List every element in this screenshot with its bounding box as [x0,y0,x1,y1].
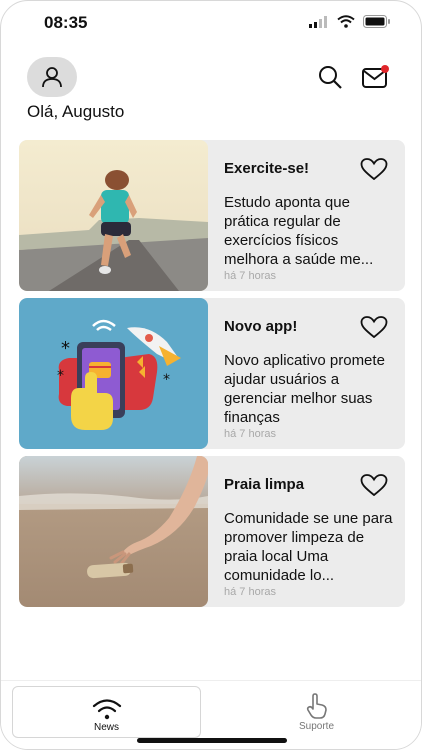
notification-dot [381,65,389,73]
news-title: Praia limpa [224,476,305,493]
user-icon [42,67,62,88]
news-time: há 7 horas [224,270,276,282]
svg-text:*: * [163,372,170,388]
news-card-body: Novo app! Novo aplicativo promete ajudar… [224,298,396,449]
home-indicator [137,738,287,743]
mail-notification-icon[interactable] [361,64,391,90]
tab-suporte-label: Suporte [298,721,335,732]
battery-icon [363,15,390,28]
news-card-body: Exercite-se! Estudo aponta que prática r… [224,140,396,291]
tab-news-label: News [93,722,119,733]
wifi-status-icon [337,15,355,28]
status-time: 08:35 [44,13,88,32]
heart-icon[interactable] [360,474,388,496]
news-title: Novo app! [224,318,298,335]
news-card-body: Praia limpa Comunidade se une para promo… [224,456,396,607]
news-image-phone-rocket: * * * [19,298,208,449]
search-icon[interactable] [318,65,342,89]
hand-pointer-icon [306,693,327,719]
news-card[interactable]: Exercite-se! Estudo aponta que prática r… [19,140,405,291]
header: Olá, Augusto [1,51,421,131]
heart-icon[interactable] [360,158,388,180]
avatar[interactable] [27,57,77,97]
news-card[interactable]: * * * Novo app! Novo aplicativo promete … [19,298,405,449]
signal-icon [309,15,327,28]
tab-news[interactable]: News [12,686,201,738]
tab-suporte[interactable]: Suporte [223,686,410,736]
greeting-text: Olá, Augusto [27,102,125,121]
status-icons [309,15,391,28]
news-description: Comunidade se une para promover limpeza … [224,510,393,584]
wifi-icon [92,699,121,720]
news-card[interactable]: Praia limpa Comunidade se une para promo… [19,456,405,607]
svg-text:*: * [57,368,64,384]
news-list: Exercite-se! Estudo aponta que prática r… [19,140,405,614]
news-time: há 7 horas [224,586,276,598]
news-image-beach [19,456,208,607]
app-screen: 08:35 Olá, Augusto Exercite-se! Estudo a… [0,0,422,750]
news-time: há 7 horas [224,428,276,440]
news-image-runner [19,140,208,291]
status-bar: 08:35 [1,1,421,45]
news-title: Exercite-se! [224,160,310,177]
heart-icon[interactable] [360,316,388,338]
svg-text:*: * [61,338,70,359]
news-description: Novo aplicativo promete ajudar usuários … [224,352,385,426]
news-description: Estudo aponta que prática regular de exe… [224,194,374,268]
